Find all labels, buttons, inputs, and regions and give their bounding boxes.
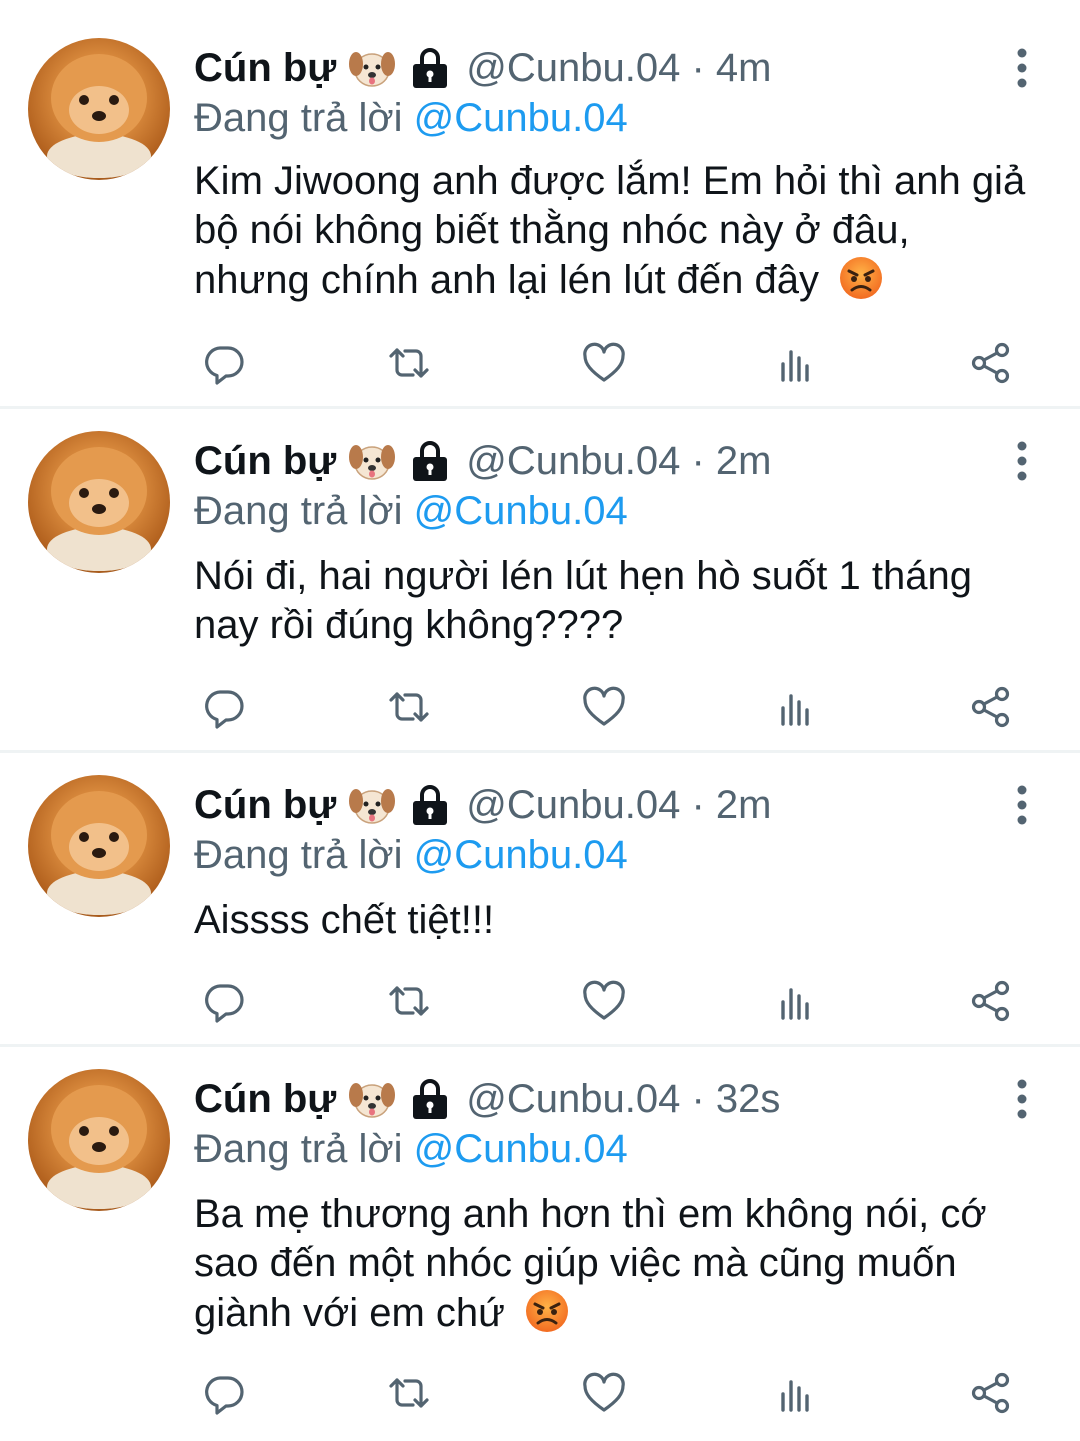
views-icon — [781, 1380, 809, 1412]
avatar[interactable] — [28, 431, 170, 573]
replying-to: Đang trả lời @Cunbu.04 — [194, 1121, 628, 1177]
tweet-text: Aissss chết tiệt!!! — [194, 896, 1034, 945]
tweet-header: Cún bự @C — [194, 1071, 780, 1127]
like-icon — [583, 686, 625, 726]
reply-button[interactable] — [194, 677, 254, 737]
avatar[interactable] — [28, 775, 170, 917]
tweet[interactable]: Cún bự @C — [0, 409, 1080, 753]
share-button[interactable] — [961, 677, 1021, 737]
handle-and-time[interactable]: @Cunbu.04 · 2m — [466, 433, 771, 489]
tweet-feed: Cún bự @Cunbu.04 · 4m Đang trả lời @Cunb… — [0, 0, 1080, 1441]
reply-icon — [205, 690, 244, 729]
avatar[interactable] — [28, 1069, 170, 1211]
share-button[interactable] — [961, 971, 1021, 1031]
share-button[interactable] — [961, 333, 1021, 393]
display-name[interactable]: Cún bự — [194, 40, 336, 96]
retweet-icon — [389, 986, 429, 1016]
retweet-icon — [389, 348, 429, 378]
reply-button[interactable] — [194, 971, 254, 1031]
replying-to: Đang trả lời @Cunbu.04 — [194, 483, 628, 539]
tweet-body: Ba mẹ thương anh hơn thì em không nói, c… — [194, 1192, 987, 1335]
views-button[interactable] — [767, 1363, 827, 1423]
more-vertical-icon[interactable] — [1008, 783, 1036, 831]
reply-icon — [205, 984, 244, 1023]
tweet-actions — [194, 1363, 1034, 1423]
reply-mention-link[interactable]: @Cunbu.04 — [414, 96, 628, 140]
handle-and-time[interactable]: @Cunbu.04 · 4m — [466, 40, 771, 96]
lock-icon — [410, 1077, 450, 1121]
tweet-actions — [194, 677, 1034, 737]
share-icon — [971, 342, 1010, 384]
share-icon — [971, 1372, 1010, 1414]
more-vertical-icon[interactable] — [1008, 46, 1036, 94]
like-icon — [583, 1372, 625, 1412]
dog-face-emoji — [348, 439, 396, 483]
tweet-body: Nói đi, hai người lén lút hẹn hò suốt 1 … — [194, 554, 972, 647]
reply-button[interactable] — [194, 1363, 254, 1423]
share-icon — [971, 686, 1010, 728]
angry-face-emoji — [838, 255, 884, 301]
replying-to: Đang trả lời @Cunbu.04 — [194, 90, 628, 146]
retweet-button[interactable] — [379, 971, 439, 1031]
tweet-actions — [194, 333, 1034, 393]
reply-mention-link[interactable]: @Cunbu.04 — [414, 833, 628, 877]
reply-prefix: Đang trả lời — [194, 833, 403, 877]
reply-prefix: Đang trả lời — [194, 489, 403, 533]
display-name[interactable]: Cún bự — [194, 1071, 336, 1127]
display-name[interactable]: Cún bự — [194, 433, 336, 489]
tweet-body: Aissss chết tiệt!!! — [194, 898, 495, 942]
tweet-header: Cún bự @C — [194, 433, 771, 489]
replying-to: Đang trả lời @Cunbu.04 — [194, 827, 628, 883]
retweet-icon — [389, 692, 429, 722]
dog-face-emoji — [348, 46, 396, 90]
more-vertical-icon[interactable] — [1008, 1077, 1036, 1125]
views-button[interactable] — [767, 677, 827, 737]
like-button[interactable] — [574, 333, 634, 393]
handle-and-time[interactable]: @Cunbu.04 · 2m — [466, 777, 771, 833]
tweet-actions — [194, 971, 1034, 1031]
dog-face-emoji — [348, 1077, 396, 1121]
tweet[interactable]: Cún bự @C — [0, 753, 1080, 1047]
reply-prefix: Đang trả lời — [194, 96, 403, 140]
like-icon — [583, 980, 625, 1020]
share-icon — [971, 980, 1010, 1022]
reply-icon — [205, 346, 244, 385]
tweet-body: Kim Jiwoong anh được lắm! Em hỏi thì anh… — [194, 159, 1026, 302]
avatar[interactable] — [28, 38, 170, 180]
share-button[interactable] — [961, 1363, 1021, 1423]
display-name[interactable]: Cún bự — [194, 777, 336, 833]
like-button[interactable] — [574, 1363, 634, 1423]
handle-and-time[interactable]: @Cunbu.04 · 32s — [466, 1071, 780, 1127]
lock-icon — [410, 439, 450, 483]
like-icon — [583, 342, 625, 382]
tweet-header: Cún bự @C — [194, 40, 771, 96]
tweet-header: Cún bự @C — [194, 777, 771, 833]
angry-face-emoji — [524, 1288, 570, 1334]
retweet-button[interactable] — [379, 333, 439, 393]
retweet-icon — [389, 1378, 429, 1408]
tweet-text: Nói đi, hai người lén lút hẹn hò suốt 1 … — [194, 552, 1034, 650]
lock-icon — [410, 46, 450, 90]
like-button[interactable] — [574, 677, 634, 737]
lock-icon — [410, 783, 450, 827]
tweet-text: Kim Jiwoong anh được lắm! Em hỏi thì anh… — [194, 157, 1034, 305]
like-button[interactable] — [574, 971, 634, 1031]
retweet-button[interactable] — [379, 677, 439, 737]
retweet-button[interactable] — [379, 1363, 439, 1423]
reply-icon — [205, 1376, 244, 1415]
views-button[interactable] — [767, 971, 827, 1031]
reply-mention-link[interactable]: @Cunbu.04 — [414, 1127, 628, 1171]
reply-button[interactable] — [194, 333, 254, 393]
tweet[interactable]: Cún bự @C — [0, 0, 1080, 409]
tweet[interactable]: Cún bự @C — [0, 1047, 1080, 1441]
reply-mention-link[interactable]: @Cunbu.04 — [414, 489, 628, 533]
tweet-text: Ba mẹ thương anh hơn thì em không nói, c… — [194, 1190, 1034, 1338]
dog-face-emoji — [348, 783, 396, 827]
views-icon — [781, 988, 809, 1020]
views-icon — [781, 350, 809, 382]
views-button[interactable] — [767, 333, 827, 393]
views-icon — [781, 694, 809, 726]
reply-prefix: Đang trả lời — [194, 1127, 403, 1171]
more-vertical-icon[interactable] — [1008, 439, 1036, 487]
